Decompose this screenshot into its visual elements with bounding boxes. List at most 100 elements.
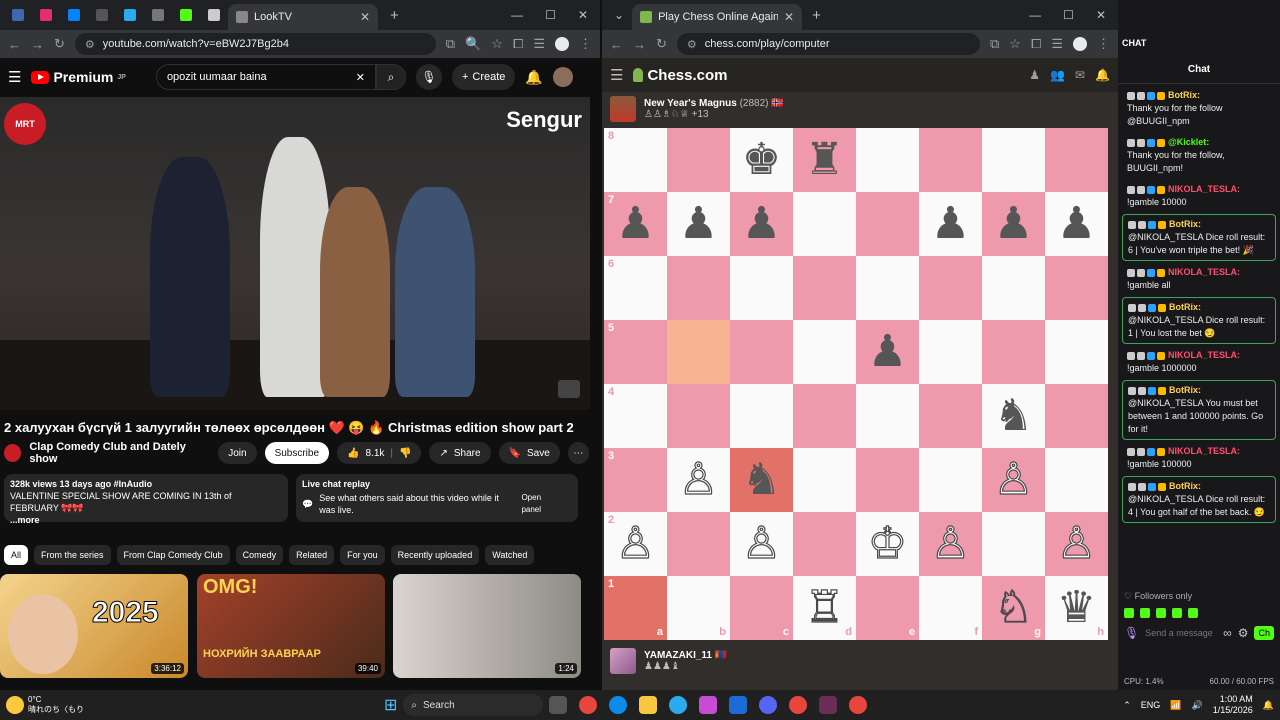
chat-username[interactable]: BotRix: bbox=[1169, 481, 1201, 491]
tab-search-icon[interactable]: ⌄ bbox=[614, 8, 624, 22]
site-info-icon[interactable]: ⚙ bbox=[85, 38, 95, 51]
board-square-b6[interactable] bbox=[667, 256, 730, 320]
board-square-f1[interactable]: f bbox=[919, 576, 982, 640]
chat-username[interactable]: @Kicklet: bbox=[1168, 137, 1209, 147]
board-square-g1[interactable]: g ♘ bbox=[982, 576, 1045, 640]
kick-icon[interactable] bbox=[180, 9, 192, 21]
chat-username[interactable]: NIKOLA_TESLA: bbox=[1168, 267, 1240, 277]
close-tab-icon[interactable]: ✕ bbox=[784, 10, 794, 24]
chip-recently-uploaded[interactable]: Recently uploaded bbox=[390, 545, 480, 565]
black-piece[interactable]: ♜ bbox=[805, 138, 844, 182]
like-button[interactable]: 👍 8.1k | 👎 bbox=[337, 442, 422, 464]
audio-tab-icon[interactable] bbox=[152, 9, 164, 21]
more-actions-button[interactable]: ⋯ bbox=[567, 442, 589, 464]
mail-icon[interactable]: ✉ bbox=[1075, 68, 1085, 82]
white-piece[interactable]: ♖ bbox=[804, 585, 845, 630]
clear-search-icon[interactable]: ✕ bbox=[356, 71, 365, 84]
board-square-b5[interactable] bbox=[667, 320, 730, 384]
chat-username[interactable]: NIKOLA_TESLA: bbox=[1168, 350, 1240, 360]
subscribe-button[interactable]: Subscribe bbox=[264, 442, 330, 464]
board-square-f7[interactable]: ♟ bbox=[919, 192, 982, 256]
friends-icon[interactable]: 👥 bbox=[1050, 68, 1065, 82]
language-indicator[interactable]: ENG bbox=[1141, 700, 1161, 710]
my-avatar[interactable] bbox=[610, 648, 636, 674]
url-field[interactable]: ⚙ youtube.com/watch?v=eBW2J7Bg2b4 bbox=[74, 33, 436, 55]
account-avatar[interactable] bbox=[552, 67, 573, 87]
board-square-d1[interactable]: d ♖ bbox=[793, 576, 856, 640]
my-name[interactable]: YAMAZAKI_11 bbox=[644, 650, 712, 661]
board-square-f4[interactable] bbox=[919, 384, 982, 448]
board-square-a6[interactable]: 6 bbox=[604, 256, 667, 320]
board-square-d5[interactable] bbox=[793, 320, 856, 384]
related-video-thumbnail[interactable]: 1:24 bbox=[393, 574, 581, 678]
emote-icon[interactable] bbox=[1172, 608, 1182, 618]
board-square-c8[interactable]: ♚ bbox=[730, 128, 793, 192]
taskbar-search[interactable]: ⌕ Search bbox=[403, 694, 544, 716]
bookmark-star-icon[interactable]: ☆ bbox=[491, 36, 503, 52]
app-icon[interactable] bbox=[819, 696, 838, 714]
white-piece[interactable]: ♙ bbox=[678, 457, 719, 502]
board-square-e1[interactable]: e bbox=[856, 576, 919, 640]
black-piece[interactable]: ♟ bbox=[1057, 202, 1096, 246]
maximize-icon[interactable]: ☐ bbox=[545, 8, 556, 22]
minimize-icon[interactable]: — bbox=[511, 8, 523, 22]
board-square-f5[interactable] bbox=[919, 320, 982, 384]
black-piece[interactable]: ♚ bbox=[742, 138, 781, 182]
board-square-g7[interactable]: ♟ bbox=[982, 192, 1045, 256]
chip-for-you[interactable]: For you bbox=[340, 545, 385, 565]
board-square-g5[interactable] bbox=[982, 320, 1045, 384]
new-tab-icon[interactable]: + bbox=[390, 7, 399, 24]
board-square-a4[interactable]: 4 bbox=[604, 384, 667, 448]
chess-board[interactable]: 8 ♚ ♜ 7 ♟ ♟ ♟ ♟ ♟ ♟ 6 5 ♟ 4 ♞ 3 ♙ ♞ ♙ 2 ♙ ♙ ♔ ♙ ♙ 1 a b c d ♖ e f g ♘ h ♛ bbox=[604, 128, 1108, 640]
url-field[interactable]: ⚙ chess.com/play/computer bbox=[676, 33, 980, 55]
board-square-e4[interactable] bbox=[856, 384, 919, 448]
menu-kebab-icon[interactable]: ⋮ bbox=[1097, 36, 1110, 52]
description-box[interactable]: 328k views 13 days ago #InAudio VALENTIN… bbox=[4, 474, 288, 525]
tray-chevron-icon[interactable]: ⌃ bbox=[1123, 700, 1131, 711]
chat-username[interactable]: NIKOLA_TESLA: bbox=[1168, 184, 1240, 194]
telegram-icon[interactable] bbox=[124, 9, 136, 21]
chip-watched[interactable]: Watched bbox=[485, 545, 535, 565]
emote-icon[interactable] bbox=[1124, 608, 1134, 618]
board-square-h3[interactable] bbox=[1045, 448, 1108, 512]
black-piece[interactable]: ♛ bbox=[1057, 586, 1096, 630]
board-square-f2[interactable]: ♙ bbox=[919, 512, 982, 576]
board-square-c7[interactable]: ♟ bbox=[730, 192, 793, 256]
profile-icon[interactable] bbox=[555, 37, 569, 51]
board-square-h2[interactable]: ♙ bbox=[1045, 512, 1108, 576]
close-window-icon[interactable]: ✕ bbox=[578, 8, 588, 22]
chat-username[interactable]: BotRix: bbox=[1169, 385, 1201, 395]
board-square-a8[interactable]: 8 bbox=[604, 128, 667, 192]
board-square-d2[interactable] bbox=[793, 512, 856, 576]
site-info-icon[interactable]: ⚙ bbox=[687, 38, 697, 51]
diamond-tab-icon[interactable] bbox=[208, 9, 220, 21]
board-square-g2[interactable] bbox=[982, 512, 1045, 576]
board-square-b8[interactable] bbox=[667, 128, 730, 192]
new-tab-icon[interactable]: + bbox=[812, 7, 821, 24]
opponent-name[interactable]: New Year's Magnus bbox=[644, 98, 737, 109]
chat-username[interactable]: NIKOLA_TESLA: bbox=[1168, 446, 1240, 456]
clock[interactable]: 1:00 AM 1/15/2026 bbox=[1213, 694, 1253, 716]
board-square-b1[interactable]: b bbox=[667, 576, 730, 640]
close-window-icon[interactable]: ✕ bbox=[1096, 8, 1106, 22]
notification-icon[interactable]: 🔔 bbox=[1095, 68, 1110, 82]
chip-related[interactable]: Related bbox=[289, 545, 335, 565]
white-piece[interactable]: ♙ bbox=[930, 521, 971, 566]
windows-start-icon[interactable]: ⊞ bbox=[384, 695, 397, 715]
black-piece[interactable]: ♟ bbox=[742, 202, 781, 246]
chrome-icon-3[interactable] bbox=[849, 696, 868, 714]
board-square-h4[interactable] bbox=[1045, 384, 1108, 448]
thumbs-down-icon[interactable]: 👎 bbox=[399, 448, 411, 459]
board-square-h6[interactable] bbox=[1045, 256, 1108, 320]
back-icon[interactable]: ← bbox=[610, 37, 623, 52]
profile-icon[interactable] bbox=[1073, 37, 1087, 51]
white-piece[interactable]: ♙ bbox=[993, 457, 1034, 502]
board-square-d4[interactable] bbox=[793, 384, 856, 448]
zoom-icon[interactable]: 🔍 bbox=[465, 36, 481, 52]
board-square-e8[interactable] bbox=[856, 128, 919, 192]
notifications-bell-icon[interactable]: 🔔 bbox=[525, 69, 542, 86]
chip-all[interactable]: All bbox=[4, 545, 29, 565]
black-piece[interactable]: ♞ bbox=[994, 394, 1033, 438]
chrome-icon-2[interactable] bbox=[789, 696, 808, 714]
board-square-b3[interactable]: ♙ bbox=[667, 448, 730, 512]
